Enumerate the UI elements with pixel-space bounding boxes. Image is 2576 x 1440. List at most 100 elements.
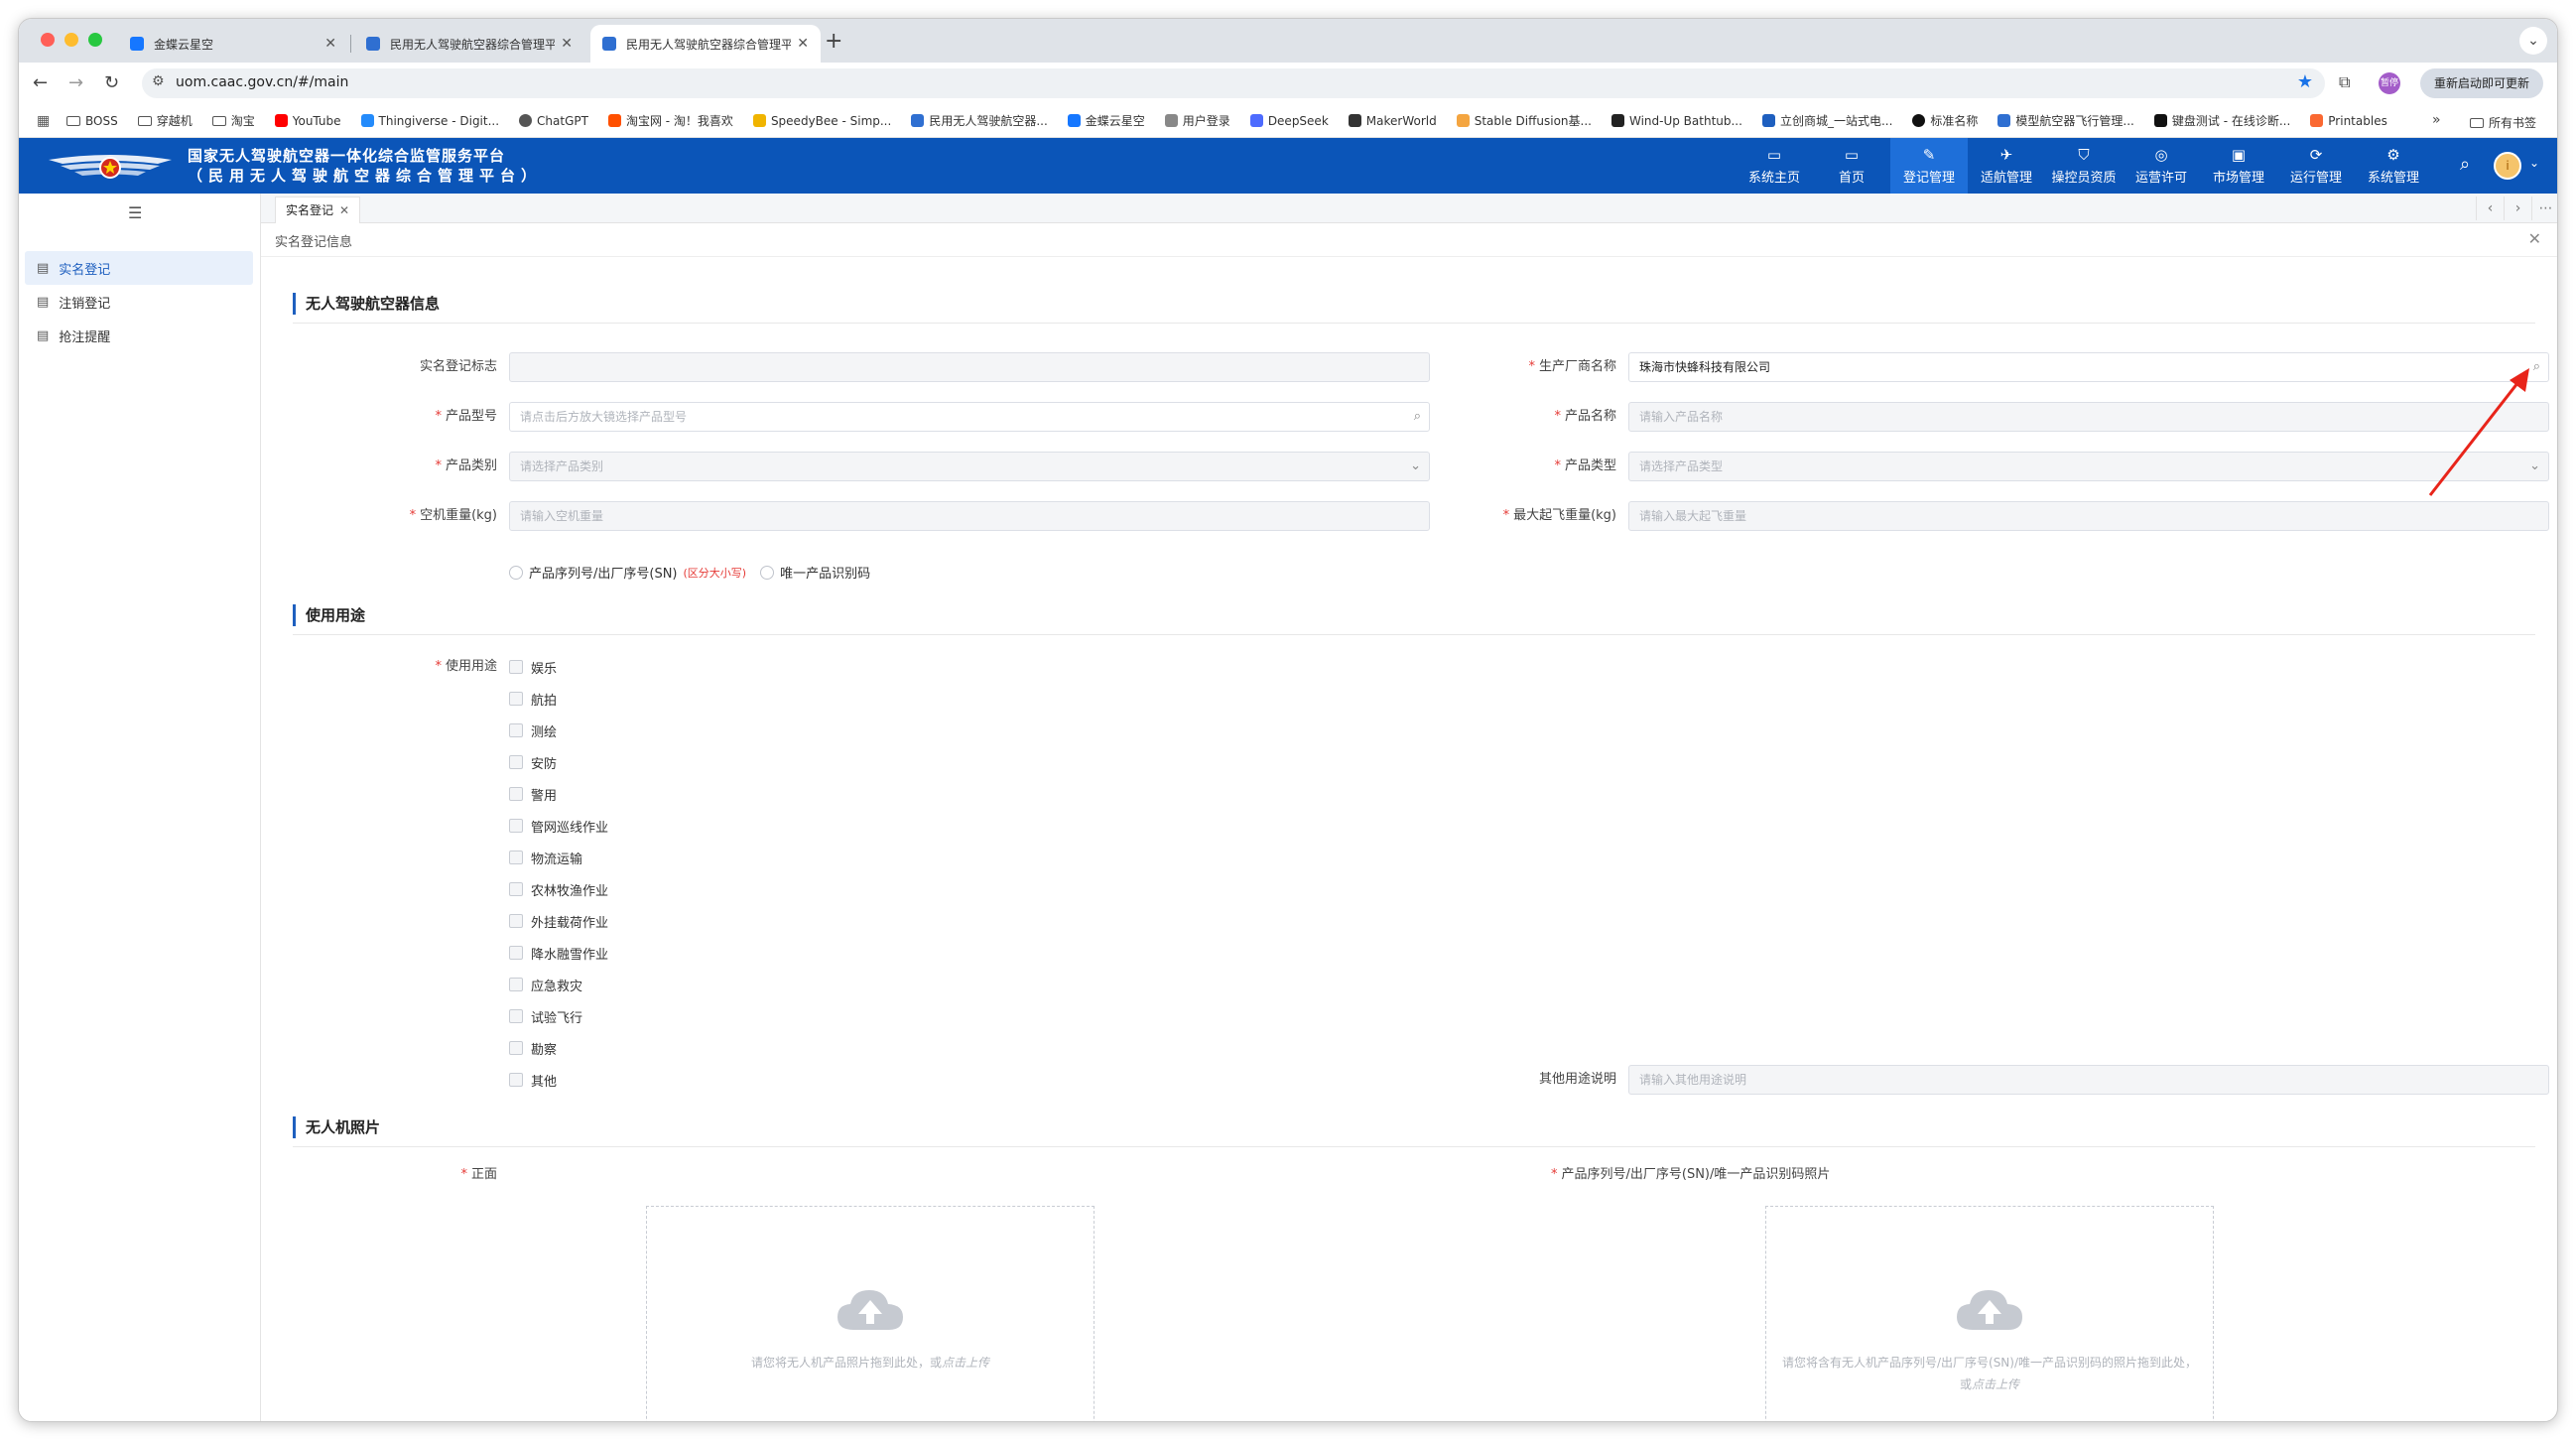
- minimize-window-button[interactable]: [64, 33, 78, 47]
- usage-checkbox[interactable]: 试验飞行: [509, 1006, 582, 1026]
- browser-tab-2[interactable]: 民用无人驾驶航空器综合管理平 ✕: [354, 25, 584, 63]
- checkbox[interactable]: [509, 819, 523, 833]
- upload-sn-photo[interactable]: 请您将含有无人机产品序列号/出厂序号(SN)/唯一产品识别码的照片拖到此处，或点…: [1765, 1206, 2214, 1421]
- checkbox[interactable]: [509, 1041, 523, 1055]
- address-bar[interactable]: ⚙ uom.caac.gov.cn/#/main ★: [142, 68, 2325, 98]
- bookmark-item[interactable]: SpeedyBee - Simp...: [752, 114, 891, 128]
- checkbox[interactable]: [509, 946, 523, 960]
- max-takeoff-weight-input[interactable]: 请输入最大起飞重量: [1628, 501, 2549, 531]
- usage-checkbox[interactable]: 警用: [509, 784, 557, 804]
- close-tab-icon[interactable]: ✕: [797, 36, 809, 52]
- bookmark-item[interactable]: 民用无人驾驶航空器...: [911, 112, 1048, 129]
- all-bookmarks[interactable]: 所有书签: [2470, 114, 2536, 131]
- checkbox[interactable]: [509, 692, 523, 706]
- usage-checkbox[interactable]: 管网巡线作业: [509, 816, 608, 836]
- search-icon[interactable]: ⌕: [2460, 154, 2470, 175]
- checkbox[interactable]: [509, 851, 523, 864]
- usage-checkbox[interactable]: 安防: [509, 752, 557, 772]
- nav-operation-permit[interactable]: ◎ 运营许可: [2123, 138, 2200, 194]
- chevron-down-icon[interactable]: ⌄: [2529, 156, 2539, 170]
- user-avatar[interactable]: i: [2494, 152, 2521, 180]
- close-tab-icon[interactable]: ✕: [339, 197, 349, 223]
- reload-icon[interactable]: ↻: [104, 72, 119, 93]
- radio-sn[interactable]: [509, 565, 523, 580]
- back-arrow-icon[interactable]: ←: [33, 72, 48, 93]
- close-tab-icon[interactable]: ✕: [324, 36, 336, 52]
- checkbox[interactable]: [509, 1073, 523, 1087]
- sidebar-item-squatting-alert[interactable]: ▤ 抢注提醒: [25, 319, 253, 352]
- scroll-right-icon[interactable]: ›: [2504, 196, 2531, 220]
- bookmark-item[interactable]: Thingiverse - Digit...: [360, 114, 499, 128]
- checkbox[interactable]: [509, 755, 523, 769]
- usage-checkbox[interactable]: 勘察: [509, 1038, 557, 1058]
- bookmark-item[interactable]: Printables: [2310, 114, 2387, 128]
- usage-checkbox[interactable]: 外挂载荷作业: [509, 911, 608, 931]
- more-options-icon[interactable]: ⋯: [2531, 196, 2557, 220]
- update-button[interactable]: 重新启动即可更新: [2420, 68, 2543, 98]
- usage-checkbox[interactable]: 测绘: [509, 720, 557, 740]
- bookmark-item[interactable]: MakerWorld: [1348, 114, 1437, 128]
- product-name-input[interactable]: 请输入产品名称: [1628, 402, 2549, 432]
- empty-weight-input[interactable]: 请输入空机重量: [509, 501, 1430, 531]
- bookmark-item[interactable]: 用户登录: [1164, 112, 1230, 129]
- usage-checkbox[interactable]: 其他: [509, 1070, 557, 1090]
- other-usage-input[interactable]: 请输入其他用途说明: [1628, 1065, 2549, 1095]
- scroll-left-icon[interactable]: ‹: [2476, 196, 2504, 220]
- new-tab-button[interactable]: +: [825, 29, 842, 54]
- bookmark-item[interactable]: 模型航空器飞行管理...: [1997, 112, 2134, 129]
- sidebar-item-real-name-registration[interactable]: ▤ 实名登记: [25, 251, 253, 285]
- product-type-select[interactable]: 请选择产品类型 ⌄: [1628, 452, 2549, 481]
- bookmark-item[interactable]: 金蝶云星空: [1067, 112, 1145, 129]
- forward-arrow-icon[interactable]: →: [68, 72, 83, 93]
- checkbox[interactable]: [509, 978, 523, 991]
- bookmark-item[interactable]: 淘宝网 - 淘！我喜欢: [607, 112, 733, 129]
- page-tab-real-name[interactable]: 实名登记 ✕: [275, 196, 361, 223]
- bookmark-item[interactable]: 穿越机: [137, 112, 193, 129]
- checkbox[interactable]: [509, 660, 523, 674]
- checkbox[interactable]: [509, 1009, 523, 1023]
- click-upload-link[interactable]: 点击上传: [1972, 1377, 2019, 1391]
- browser-tab-1[interactable]: 金蝶云星空 ✕: [118, 25, 348, 63]
- bookmark-item[interactable]: BOSS: [66, 114, 118, 128]
- bookmark-item[interactable]: 淘宝: [211, 112, 255, 129]
- usage-checkbox[interactable]: 娱乐: [509, 657, 557, 677]
- sidebar-item-cancel-registration[interactable]: ▤ 注销登记: [25, 285, 253, 319]
- extensions-icon[interactable]: ⧉: [2339, 72, 2350, 92]
- nav-operations[interactable]: ⟳ 运行管理: [2277, 138, 2355, 194]
- bookmark-star-icon[interactable]: ★: [2297, 71, 2313, 92]
- nav-market[interactable]: ▣ 市场管理: [2200, 138, 2277, 194]
- bookmark-item[interactable]: Wind-Up Bathtub...: [1610, 114, 1742, 128]
- bookmark-item[interactable]: ChatGPT: [519, 114, 588, 128]
- upload-front-photo[interactable]: 请您将无人机产品照片拖到此处，或点击上传: [646, 1206, 1095, 1421]
- magnifier-icon[interactable]: ⌕: [1414, 403, 1421, 431]
- profile-avatar[interactable]: 暂停: [2379, 72, 2400, 94]
- product-model-input[interactable]: 请点击后方放大镜选择产品型号 ⌕: [509, 402, 1430, 432]
- nav-home[interactable]: ▭ 首页: [1813, 138, 1890, 194]
- nav-registration[interactable]: ✎ 登记管理: [1890, 138, 1968, 194]
- checkbox[interactable]: [509, 914, 523, 928]
- more-bookmarks-icon[interactable]: »: [2432, 112, 2441, 128]
- manufacturer-input[interactable]: 珠海市快蜂科技有限公司 ⌕: [1628, 352, 2549, 382]
- click-upload-link[interactable]: 点击上传: [942, 1356, 989, 1370]
- usage-checkbox[interactable]: 航拍: [509, 689, 557, 709]
- usage-checkbox[interactable]: 物流运输: [509, 848, 582, 867]
- bookmark-item[interactable]: 键盘测试 - 在线诊断...: [2153, 112, 2290, 129]
- registration-mark-input[interactable]: [509, 352, 1430, 382]
- checkbox[interactable]: [509, 882, 523, 896]
- product-category-select[interactable]: 请选择产品类别 ⌄: [509, 452, 1430, 481]
- bookmark-item[interactable]: 标准名称: [1912, 112, 1978, 129]
- bookmark-item[interactable]: Stable Diffusion基...: [1456, 112, 1592, 129]
- bookmark-item[interactable]: DeepSeek: [1249, 114, 1329, 128]
- apps-grid-icon[interactable]: ▦: [37, 113, 50, 129]
- close-window-button[interactable]: [41, 33, 55, 47]
- close-icon[interactable]: ✕: [2528, 229, 2541, 248]
- checkbox[interactable]: [509, 787, 523, 801]
- menu-collapse-icon[interactable]: ☰: [128, 203, 142, 222]
- site-info-icon[interactable]: ⚙: [152, 73, 165, 89]
- usage-checkbox[interactable]: 应急救灾: [509, 975, 582, 994]
- nav-system-home[interactable]: ▭ 系统主页: [1736, 138, 1813, 194]
- radio-unique-id[interactable]: [760, 565, 775, 580]
- usage-checkbox[interactable]: 农林牧渔作业: [509, 879, 608, 899]
- tab-search-chevron-icon[interactable]: ⌄: [2519, 27, 2547, 55]
- nav-airworthiness[interactable]: ✈ 适航管理: [1968, 138, 2045, 194]
